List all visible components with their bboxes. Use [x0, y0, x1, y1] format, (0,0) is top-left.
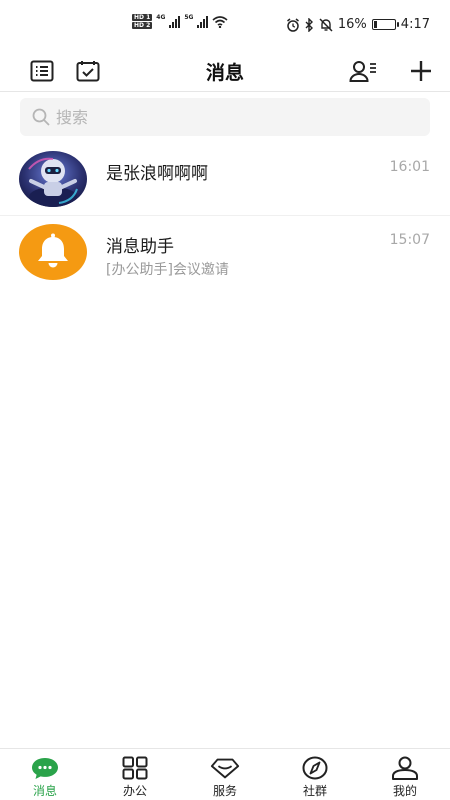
search-input[interactable] [56, 107, 356, 127]
tab-office[interactable]: 办公 [90, 749, 180, 800]
hd-indicators: HD 1 HD 2 [132, 14, 153, 29]
tab-label: 办公 [122, 784, 147, 798]
header: 消息 [0, 50, 450, 92]
tab-community[interactable]: 社群 [270, 749, 360, 800]
add-button[interactable] [407, 57, 435, 85]
assistant-avatar [19, 224, 87, 280]
user-list-icon [349, 61, 376, 82]
signal-1-icon [169, 15, 181, 28]
conversation-time: 16:01 [389, 159, 430, 175]
tab-label: 社群 [302, 784, 327, 798]
clock: 4:17 [400, 17, 430, 32]
tab-label: 消息 [32, 784, 57, 798]
tab-messages[interactable]: 消息 [0, 749, 90, 800]
page-title: 消息 [205, 62, 244, 84]
search-bar[interactable] [20, 98, 430, 136]
tab-label: 我的 [392, 784, 417, 798]
conversation-list: 是张浪啊啊啊 16:01 消息助手 [办公助手]会议邀请 15:07 [0, 143, 450, 287]
tab-label: 服务 [212, 784, 237, 798]
bell-icon [38, 233, 68, 268]
plus-icon [411, 61, 431, 81]
bottom-tab-bar: 消息 办公 服务 社群 我的 [0, 748, 450, 800]
tab-services[interactable]: 服务 [180, 749, 270, 800]
conversation-name: 消息助手 [106, 237, 174, 257]
mute-icon [319, 17, 333, 32]
grid-icon [120, 755, 150, 781]
alarm-icon [286, 17, 299, 32]
battery-percent: 16% [337, 17, 367, 32]
signal-2-icon [197, 15, 209, 28]
network-type-1: 4G [156, 14, 166, 21]
bluetooth-icon [305, 17, 313, 32]
chat-bubble-icon [30, 755, 60, 781]
conversation-item[interactable]: 是张浪啊啊啊 16:01 [0, 143, 450, 215]
battery-icon [371, 19, 399, 30]
conversation-time: 15:07 [389, 232, 430, 248]
robot-avatar [19, 151, 87, 207]
status-bar: HD 1 HD 2 4G 5G 16% 4:17 [0, 0, 450, 50]
status-left: HD 1 HD 2 4G 5G [132, 14, 229, 29]
tab-me[interactable]: 我的 [360, 749, 450, 800]
battery-level [373, 21, 377, 28]
status-right: 16% 4:17 [286, 17, 430, 32]
conversation-item[interactable]: 消息助手 [办公助手]会议邀请 15:07 [0, 215, 450, 287]
conversation-name: 是张浪啊啊啊 [106, 164, 208, 184]
user-icon [390, 755, 420, 781]
hd1-badge: HD 1 [132, 14, 153, 21]
search-icon [32, 108, 50, 126]
compass-icon [300, 755, 330, 781]
diamond-icon [210, 755, 240, 781]
add-contact-button[interactable] [349, 57, 377, 85]
hd2-badge: HD 2 [132, 22, 153, 29]
conversation-preview: [办公助手]会议邀请 [106, 262, 229, 278]
network-type-2: 5G [184, 14, 194, 21]
wifi-icon [212, 15, 229, 28]
